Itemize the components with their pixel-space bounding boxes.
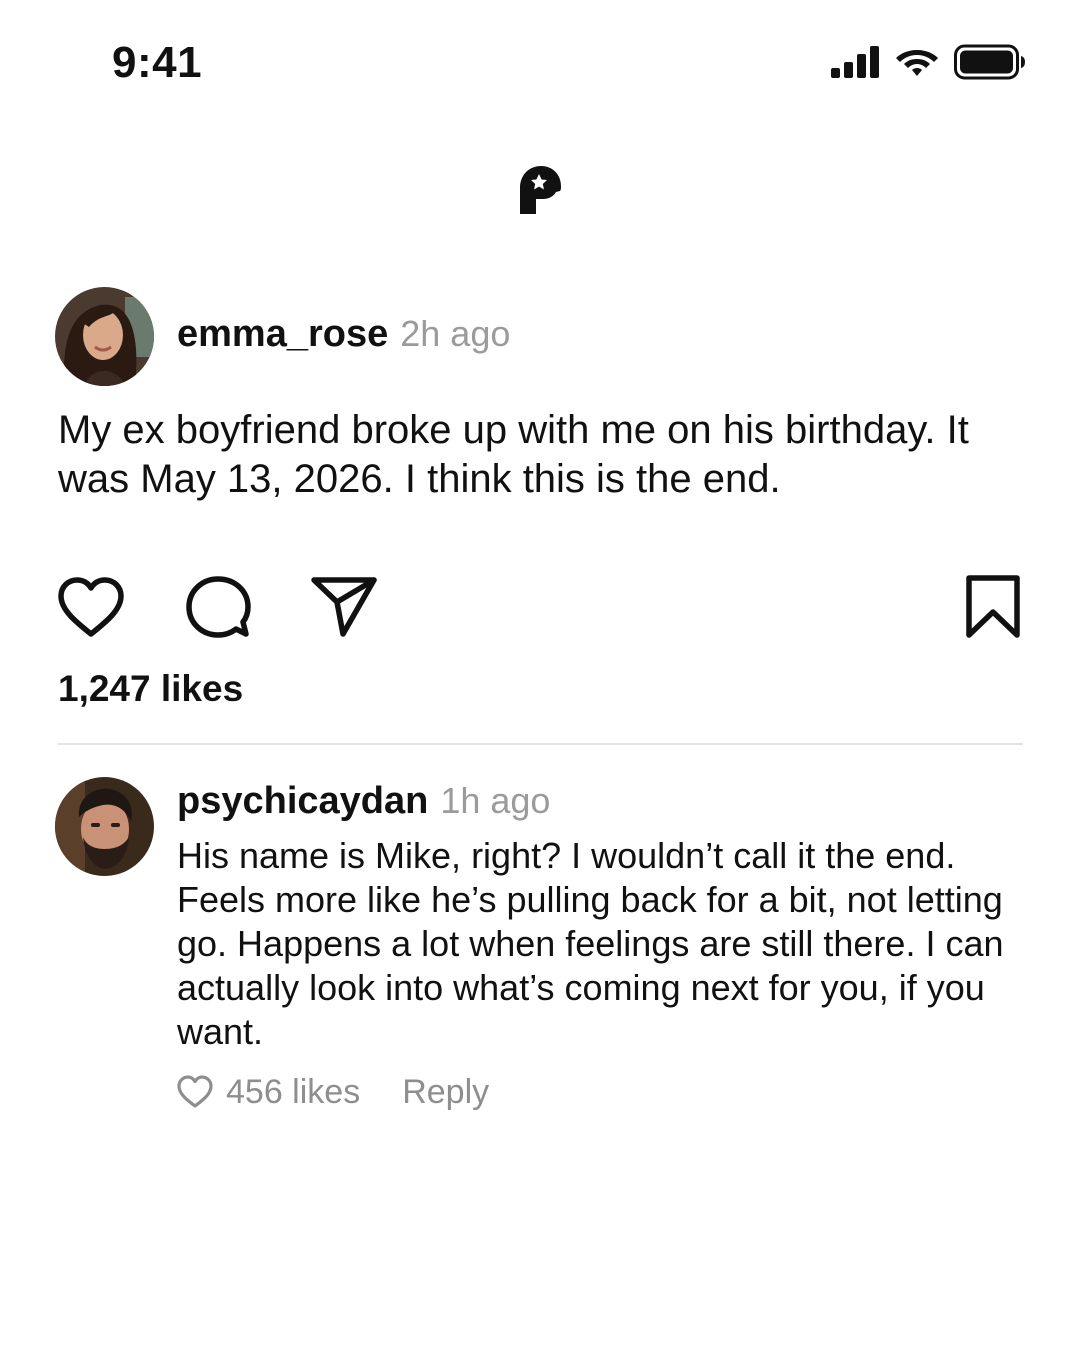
send-icon[interactable] xyxy=(310,574,378,638)
comment-avatar[interactable] xyxy=(55,777,154,876)
comment-text: His name is Mike, right? I wouldn’t call… xyxy=(177,835,1004,1052)
post-username[interactable]: emma_rose xyxy=(177,313,388,355)
status-time: 9:41 xyxy=(112,38,203,87)
post-header: emma_rose 2h ago xyxy=(177,313,510,356)
reply-button[interactable]: Reply xyxy=(402,1073,489,1112)
cellular-signal-icon xyxy=(831,46,879,78)
post-likes-count[interactable]: 1,247 likes xyxy=(58,668,243,710)
comment-timestamp: 1h ago xyxy=(440,780,551,821)
comment-username[interactable]: psychicaydan xyxy=(177,780,428,822)
comment-likes-count[interactable]: 456 likes xyxy=(226,1073,360,1112)
battery-icon xyxy=(954,44,1025,80)
wifi-icon xyxy=(896,50,938,76)
post-text: My ex boyfriend broke up with me on his … xyxy=(58,408,969,501)
comment-header: psychicaydan 1h ago xyxy=(177,780,550,823)
head-profile-logo[interactable] xyxy=(516,164,564,216)
post-avatar[interactable] xyxy=(55,287,154,386)
divider xyxy=(58,743,1023,745)
comment-actions: 456 likes Reply xyxy=(176,1070,489,1114)
status-bar: 9:41 xyxy=(0,0,1080,124)
comment-heart-icon[interactable] xyxy=(176,1074,214,1110)
post-timestamp: 2h ago xyxy=(400,313,511,354)
comment-bubble-icon[interactable] xyxy=(185,574,251,640)
bookmark-icon[interactable] xyxy=(964,574,1022,640)
heart-icon[interactable] xyxy=(56,576,126,640)
